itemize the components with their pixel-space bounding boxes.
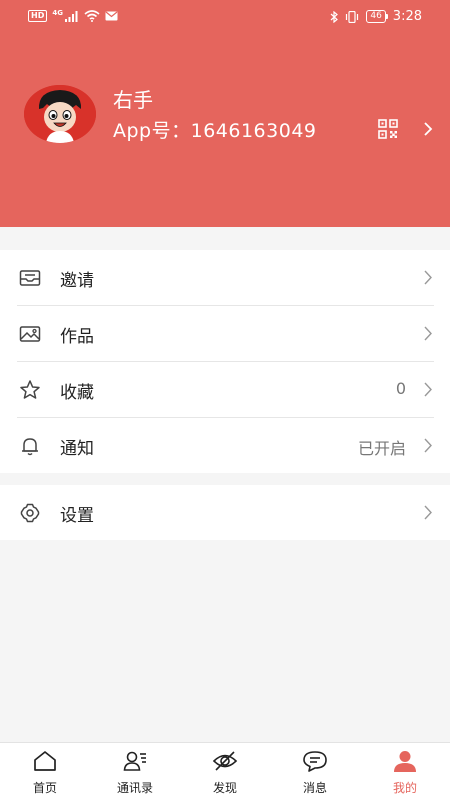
profile-header: HD 4G 46 3:28 右手 App号：1646163049 — [0, 0, 450, 227]
nav-label: 消息 — [302, 781, 327, 795]
chevron-right-icon — [424, 382, 432, 397]
contacts-icon — [123, 751, 146, 771]
wifi-icon — [84, 10, 100, 22]
nav-tab-contacts[interactable]: 通讯录 — [90, 743, 180, 800]
chevron-right-icon — [424, 270, 432, 285]
status-right: 46 3:28 — [330, 9, 422, 24]
qr-code-icon[interactable] — [378, 119, 398, 139]
gear-icon — [20, 503, 40, 523]
menu-item-settings[interactable]: 设置 — [0, 485, 450, 540]
envelope-icon — [19, 270, 41, 286]
profile-app-id: App号：1646163049 — [113, 120, 317, 142]
star-icon — [20, 380, 40, 399]
status-bar: HD 4G 46 3:28 — [0, 0, 450, 34]
discover-icon — [212, 751, 238, 771]
nav-label: 通讯录 — [116, 781, 153, 795]
menu-item-label: 邀请 — [60, 271, 94, 291]
chevron-right-icon — [424, 438, 432, 453]
menu-item-notifications[interactable]: 通知 已开启 — [0, 418, 450, 474]
avatar[interactable] — [24, 85, 96, 143]
menu-item-label: 作品 — [60, 327, 94, 347]
bluetooth-icon — [330, 10, 339, 23]
menu-item-invite[interactable]: 邀请 — [0, 250, 450, 306]
notifications-status: 已开启 — [357, 439, 406, 458]
home-icon — [34, 751, 56, 771]
vibrate-icon — [346, 10, 359, 23]
message-icon — [303, 751, 327, 772]
status-time: 3:28 — [392, 9, 422, 24]
favorites-count: 0 — [395, 379, 406, 398]
nav-label: 发现 — [212, 781, 237, 795]
status-left: HD 4G — [28, 9, 118, 22]
chevron-right-icon — [424, 505, 432, 520]
chevron-right-icon[interactable] — [422, 120, 434, 138]
menu-item-favorites[interactable]: 收藏 0 — [0, 362, 450, 418]
signal-icon — [64, 10, 78, 22]
menu-group-settings: 设置 — [0, 485, 450, 540]
mail-notification-icon — [105, 11, 118, 21]
bell-icon — [22, 438, 38, 456]
menu-item-label: 收藏 — [60, 383, 94, 403]
image-icon — [19, 326, 41, 342]
nav-tab-messages[interactable]: 消息 — [270, 743, 360, 800]
nav-tab-discover[interactable]: 发现 — [180, 743, 270, 800]
menu-item-label: 通知 — [60, 439, 94, 459]
network-type-label: 4G — [52, 9, 63, 17]
user-icon — [394, 751, 416, 772]
profile-name: 右手 — [113, 88, 153, 112]
nav-label: 首页 — [32, 781, 57, 795]
battery-indicator: 46 — [366, 10, 389, 23]
menu-item-works[interactable]: 作品 — [0, 306, 450, 362]
menu-item-label: 设置 — [60, 506, 94, 526]
hd-badge: HD — [28, 10, 48, 22]
nav-tab-home[interactable]: 首页 — [0, 743, 90, 800]
chevron-right-icon — [424, 326, 432, 341]
bottom-nav: 首页 通讯录 发现 消息 我的 — [0, 742, 450, 800]
nav-label: 我的 — [392, 781, 417, 795]
nav-tab-me[interactable]: 我的 — [360, 743, 450, 800]
avatar-image — [24, 85, 96, 143]
menu-group-main: 邀请 作品 收藏 0 通知 已开启 — [0, 250, 450, 473]
